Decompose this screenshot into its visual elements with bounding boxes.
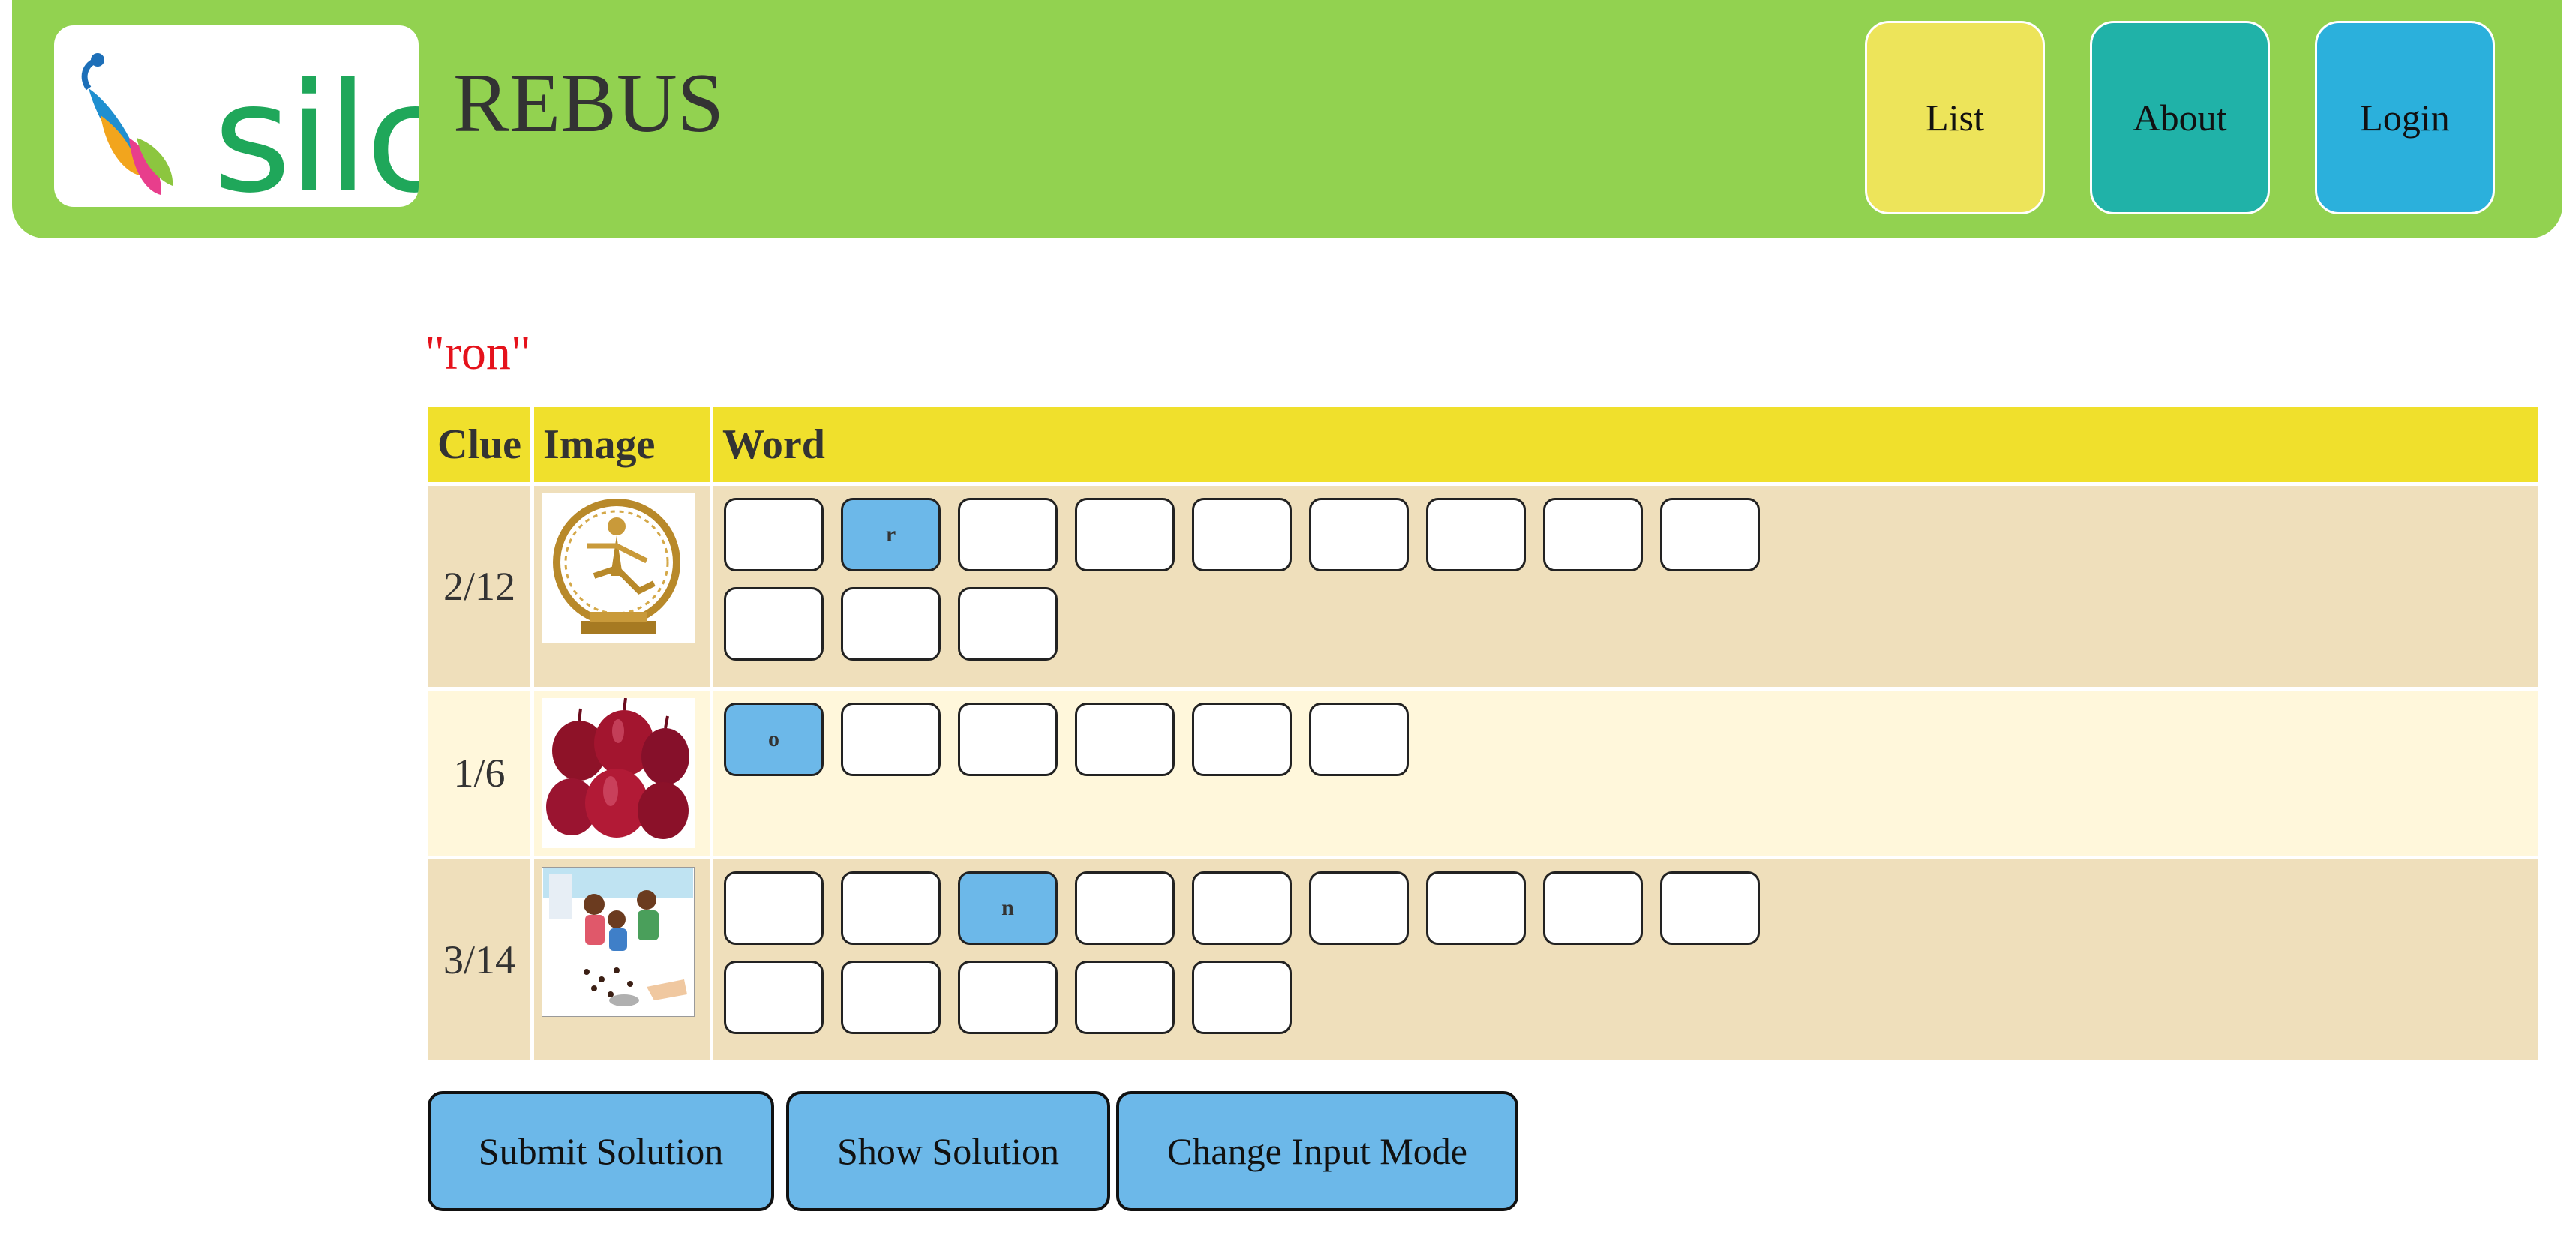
letter-box[interactable] [724,871,824,945]
page-title: REBUS [453,57,724,150]
letter-box[interactable] [841,961,941,1034]
column-header-image: Image [530,403,713,486]
letter-box[interactable] [841,871,941,945]
letter-box[interactable] [1660,498,1760,571]
word-cell: n [710,856,2541,1064]
clue-image-cell [530,482,713,691]
table-row: 1/6 o [425,687,2541,859]
rebus-table: Clue Image Word 2/12 r 1/6 o 3/14 n [425,403,2541,1064]
letter-box[interactable]: r [841,498,941,571]
nataraja-statue-image [542,493,695,643]
letter-box[interactable] [724,498,824,571]
letter-tiles: n [724,871,1789,1050]
submit-solution-button[interactable]: Submit Solution [428,1091,774,1211]
letter-box[interactable] [1192,498,1292,571]
letter-box[interactable] [958,498,1058,571]
letter-box[interactable]: n [958,871,1058,945]
letter-box[interactable] [1075,961,1175,1034]
letter-tiles: r [724,498,1789,676]
letter-box[interactable] [841,703,941,776]
letter-box[interactable] [1309,498,1409,571]
nav-list-button[interactable]: List [1865,21,2045,214]
nav-login-button[interactable]: Login [2315,21,2495,214]
logo-text: silc [213,52,419,208]
letter-box[interactable] [1543,498,1643,571]
letter-box[interactable] [1309,703,1409,776]
clue-image-cell [530,856,713,1064]
table-header-row: Clue Image Word [425,403,2541,486]
clue-value: 2/12 [425,482,534,691]
letter-box[interactable] [1192,871,1292,945]
letter-box[interactable] [1075,703,1175,776]
letter-box[interactable] [1075,498,1175,571]
clue-value: 3/14 [425,856,534,1064]
letter-box[interactable] [841,587,941,661]
letter-box[interactable] [1426,871,1526,945]
table-row: 3/14 n [425,856,2541,1064]
word-cell: o [710,687,2541,859]
column-header-clue: Clue [425,403,534,486]
puzzle-hint: "ron" [425,325,531,380]
show-solution-button[interactable]: Show Solution [786,1091,1110,1211]
letter-box[interactable] [1309,871,1409,945]
silc-logo[interactable]: silc [54,25,419,207]
letter-box[interactable] [1192,703,1292,776]
clue-image-cell [530,687,713,859]
letter-box[interactable] [724,587,824,661]
table-row: 2/12 r [425,482,2541,691]
column-header-word: Word [710,403,2541,486]
letter-box[interactable] [1543,871,1643,945]
letter-tiles: o [724,703,1789,792]
letter-box[interactable] [724,961,824,1034]
change-input-mode-button[interactable]: Change Input Mode [1116,1091,1518,1211]
letter-box[interactable] [958,961,1058,1034]
word-cell: r [710,482,2541,691]
letter-box[interactable] [1192,961,1292,1034]
nav-about-button[interactable]: About [2090,21,2270,214]
letter-box[interactable] [958,703,1058,776]
letter-box[interactable]: o [724,703,824,776]
children-illustration-image [542,867,695,1017]
header-bar: silc REBUS List About Login [12,0,2562,238]
letter-box[interactable] [1075,871,1175,945]
letter-box[interactable] [1660,871,1760,945]
letter-box[interactable] [958,587,1058,661]
red-onions-image [542,698,695,848]
clue-value: 1/6 [425,687,534,859]
letter-box[interactable] [1426,498,1526,571]
